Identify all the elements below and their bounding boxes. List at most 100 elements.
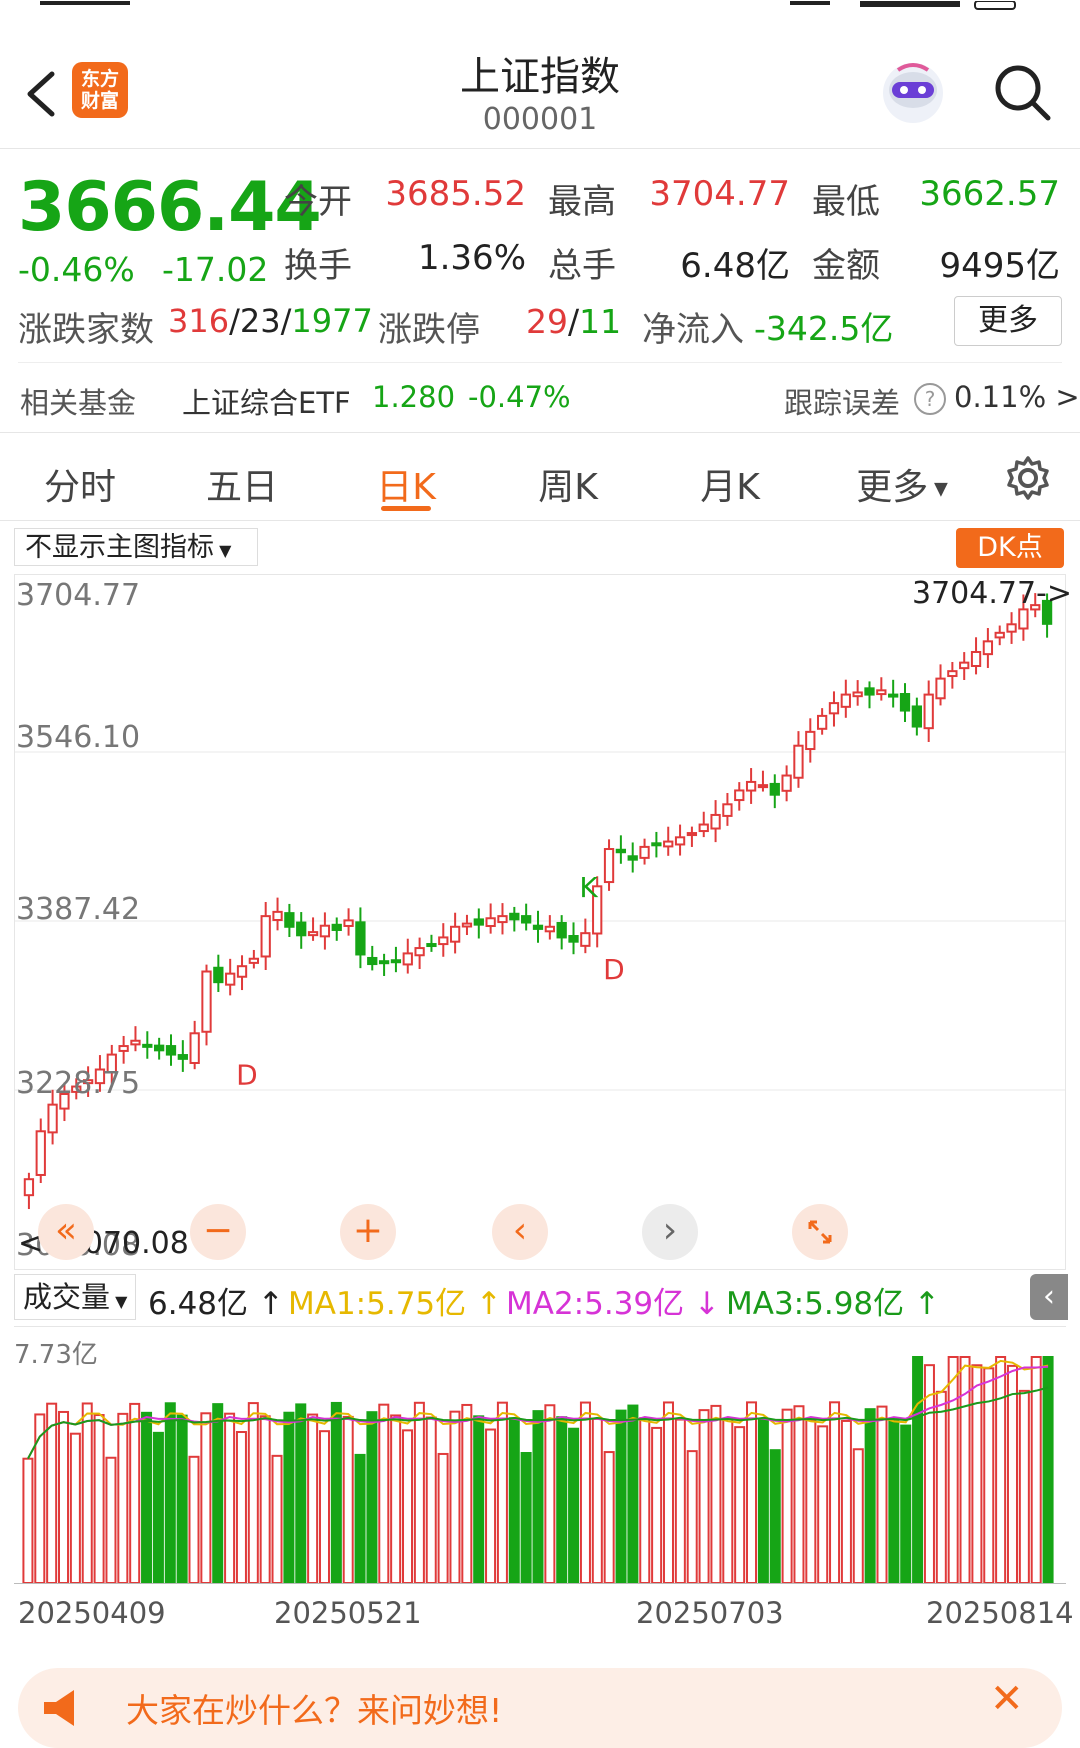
tab-more[interactable]: 更多 ▼ [852,458,952,510]
volume-value: 6.48亿 [680,246,790,286]
next-button[interactable]: › [642,1204,698,1260]
volume-bar [1018,1389,1030,1584]
kline-chart[interactable]: D K D [14,574,1066,1270]
indicator-select[interactable]: 不显示主图指标 ▼ [14,528,258,566]
search-button[interactable] [990,60,1056,126]
volume-bar [662,1401,674,1585]
back-button[interactable] [22,64,62,124]
volume-bar [651,1426,663,1584]
breadth-values: 316/23/1977 [168,302,373,340]
divider [0,432,1080,433]
volume-bar [971,1364,983,1584]
netflow-value: -342.5亿 [754,309,894,348]
tab-five-day[interactable]: 五日 [202,458,282,510]
divider [18,362,1062,363]
candle [130,1039,141,1046]
fund-name[interactable]: 上证综合ETF [182,380,351,422]
candle [947,670,958,678]
volume-bar [69,1432,81,1584]
max-marker: 3704.77-> [912,576,1073,611]
ask-banner[interactable]: 大家在炒什么？来问妙想! ✕ [18,1668,1062,1748]
candle [615,848,627,854]
candle [236,965,248,978]
zoom-out-button[interactable]: − [190,1204,246,1260]
candle [651,842,662,847]
assistant-robot-icon[interactable] [878,60,948,126]
volume-bar [674,1418,686,1584]
volume-bar [793,1405,805,1584]
candle [189,1032,200,1064]
volume-bar [188,1455,200,1584]
candle [343,919,354,927]
volume-bar [935,1390,947,1584]
turnover-label: 换手 [284,246,352,286]
tracking-value[interactable]: 0.11% > [954,380,1080,414]
volume-bar [900,1424,912,1584]
candle [864,687,875,696]
high-label: 最高 [548,182,616,222]
signal-marker: K [579,871,598,904]
volume-bar [354,1453,366,1584]
volume-bar [615,1409,627,1584]
candle [639,845,650,859]
candle [201,970,212,1033]
settings-button[interactable] [1004,454,1052,502]
candle [698,823,709,833]
candle [497,915,508,924]
help-icon[interactable]: ? [914,383,946,415]
banner-text: 大家在炒什么？来问妙想! [126,1691,503,1730]
volume-bar [117,1412,129,1584]
candle [177,1054,188,1060]
volume-select[interactable]: 成交量 ▼ [14,1274,137,1320]
fullscreen-button[interactable] [792,1204,848,1260]
tab-intraday[interactable]: 分时 [40,458,120,510]
limit-label: 涨跌停 [378,310,480,350]
tab-monthly-k[interactable]: 月K [690,458,770,510]
candle [47,1103,58,1134]
collapse-panel-button[interactable]: ‹ [1030,1274,1068,1320]
change-percent: -0.46% [18,250,135,289]
tab-weekly-k[interactable]: 周K [528,458,608,510]
candle [970,650,982,668]
candle [509,912,520,921]
volume-bar [402,1429,414,1584]
candle [935,677,946,700]
volume-bar [34,1413,46,1584]
candle [355,921,366,956]
candle [686,832,698,837]
volume-bar [698,1409,710,1584]
change-value: -17.02 [162,250,269,289]
rewind-button[interactable]: « [38,1204,94,1260]
volume-bar [805,1418,817,1585]
low-value: 3662.57 [919,174,1060,214]
dk-point-button[interactable]: DK点 [956,528,1064,568]
candle [923,693,934,730]
candle [272,910,283,922]
candle [745,780,757,792]
candle [1018,608,1029,630]
volume-bar [247,1402,259,1584]
prev-button[interactable]: ‹ [492,1204,548,1260]
candle [876,689,887,696]
volume-bar [342,1415,354,1584]
volume-bar [449,1410,461,1584]
candle [734,789,745,802]
tab-daily-k[interactable]: 日K [366,458,446,510]
candle [532,924,544,930]
volume-bar [235,1431,247,1584]
ma1-value: MA1:5.75亿 ↑ [288,1286,502,1322]
volume-bar [390,1414,402,1584]
close-icon[interactable]: ✕ [990,1676,1024,1722]
volume-bar [829,1401,841,1584]
volume-bar [461,1403,473,1585]
volume-bar [817,1425,829,1584]
zoom-in-button[interactable]: + [340,1204,396,1260]
candle [627,855,638,861]
candle [296,921,307,937]
volume-chart[interactable] [14,1326,1066,1585]
volume-max-label: 7.73亿 [14,1340,98,1370]
more-quote-button[interactable]: 更多 [954,296,1062,346]
y-axis-label: 3387.42 [16,892,141,927]
volume-bar [176,1414,188,1584]
candle [556,921,567,939]
